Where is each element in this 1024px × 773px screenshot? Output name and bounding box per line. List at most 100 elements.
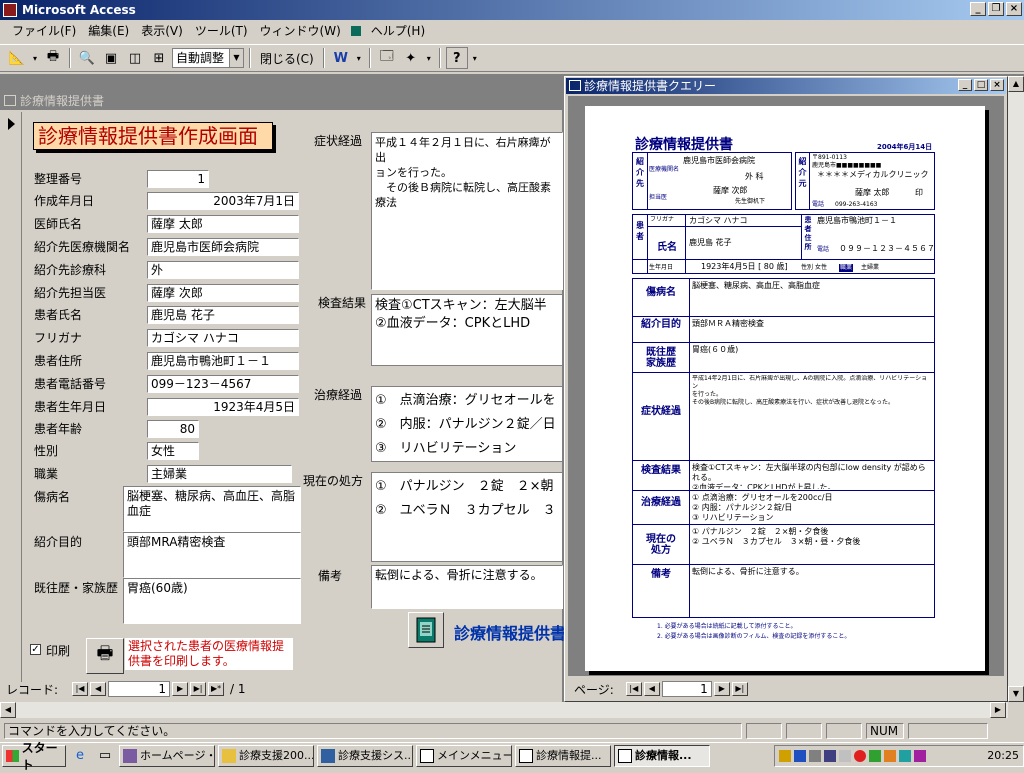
next-page-icon[interactable]: ▶ bbox=[713, 682, 730, 696]
last-record-icon[interactable]: ▶| bbox=[190, 682, 207, 696]
form-window-titlebar[interactable]: 診療情報提供書 bbox=[0, 92, 563, 110]
new-object-icon[interactable]: ✦ bbox=[400, 47, 422, 69]
query-maximize-button[interactable]: □ bbox=[974, 79, 988, 91]
birth-date-field[interactable]: 1923年4月5日 bbox=[147, 398, 299, 416]
first-page-icon[interactable]: |◀ bbox=[625, 682, 642, 696]
antivirus-icon[interactable] bbox=[854, 749, 866, 762]
chevron-down-icon[interactable]: ▼ bbox=[229, 49, 243, 67]
task-report-form[interactable]: 診療情報提... bbox=[515, 744, 611, 767]
device-icon[interactable] bbox=[809, 749, 821, 762]
task-system[interactable]: 診療支援シス... bbox=[317, 744, 413, 767]
help-button[interactable]: ? bbox=[445, 47, 468, 69]
vertical-scrollbar[interactable]: ▲ ▼ bbox=[1008, 76, 1024, 702]
menu-tools[interactable]: ツール(T) bbox=[189, 21, 254, 41]
tool-icon[interactable] bbox=[914, 749, 926, 762]
database-window-button-icon[interactable]: 🗔 bbox=[376, 47, 398, 69]
query-close-button[interactable]: × bbox=[990, 79, 1004, 91]
address-field[interactable]: 鹿児島市鴨池町１－１ bbox=[147, 352, 299, 370]
open-report-label[interactable]: 診療情報提供書 bbox=[454, 620, 566, 644]
toolbar-options-icon[interactable]: ▾ bbox=[470, 47, 480, 69]
ref-department-field[interactable]: 外 bbox=[147, 261, 299, 279]
src-clinic: ＊＊＊＊メディカルクリニック bbox=[817, 170, 929, 179]
disease-field[interactable]: 脳梗塞、糖尿病、高血圧、高脂血症 bbox=[123, 486, 301, 532]
next-record-icon[interactable]: ▶ bbox=[172, 682, 189, 696]
last-page-icon[interactable]: ▶| bbox=[731, 682, 748, 696]
print-button[interactable]: 🖶 bbox=[86, 638, 124, 674]
multiple-pages-icon[interactable]: ⊞ bbox=[148, 47, 170, 69]
close-preview-button[interactable]: 閉じる(C) bbox=[256, 50, 318, 67]
ref-staff-field[interactable]: 薩摩 次郎 bbox=[147, 284, 299, 302]
first-record-icon[interactable]: |◀ bbox=[72, 682, 89, 696]
patient-name-field[interactable]: 鹿児島 花子 bbox=[147, 306, 299, 324]
network-icon[interactable] bbox=[794, 749, 806, 762]
symptom-field[interactable]: 平成１４年２月１日に、右片麻痺が出 ョンを行った。 その後Ｂ病院に転院し、高圧酸… bbox=[371, 132, 563, 290]
menu-edit[interactable]: 編集(E) bbox=[82, 21, 135, 41]
start-button[interactable]: スタート bbox=[2, 741, 66, 772]
query-minimize-button[interactable]: _ bbox=[958, 79, 972, 91]
number-field[interactable]: 1 bbox=[147, 170, 209, 188]
speaker-icon[interactable] bbox=[779, 749, 791, 762]
zoom-combo[interactable]: 自動調整 ▼ bbox=[172, 48, 244, 68]
word-link-icon[interactable]: W bbox=[330, 47, 352, 69]
restore-button[interactable]: ❐ bbox=[988, 2, 1004, 16]
open-report-button[interactable] bbox=[408, 612, 444, 648]
age-field[interactable]: 80 bbox=[147, 420, 199, 438]
prev-page-icon[interactable]: ◀ bbox=[643, 682, 660, 696]
purpose-field[interactable]: 頭部MRA精密検査 bbox=[123, 532, 301, 578]
word-link-dropdown-icon[interactable]: ▾ bbox=[354, 47, 364, 69]
kana-field[interactable]: カゴシマ ハナコ bbox=[147, 329, 299, 347]
query-window-titlebar[interactable]: 診療情報提供書クエリー _ □ × bbox=[566, 78, 1006, 94]
doctor-name-field[interactable]: 薩摩 太郎 bbox=[147, 215, 299, 233]
remarks-field[interactable]: 転倒による、骨折に注意する。 bbox=[371, 565, 563, 609]
menu-view[interactable]: 表示(V) bbox=[135, 21, 189, 41]
menu-file[interactable]: ファイル(F) bbox=[6, 21, 82, 41]
task-report-preview[interactable]: 診療情報... bbox=[614, 744, 710, 767]
one-page-icon[interactable]: ▣ bbox=[100, 47, 122, 69]
design-view-dropdown-icon[interactable]: ▾ bbox=[30, 47, 40, 69]
two-pages-icon[interactable]: ◫ bbox=[124, 47, 146, 69]
treatment-field[interactable]: ① 点滴治療：グリセオールを ② 内服：パナルジン２錠／日 ③ リハビリテーショ… bbox=[371, 386, 563, 462]
ime-icon[interactable] bbox=[899, 749, 911, 762]
created-date-field[interactable]: 2003年7月1日 bbox=[147, 192, 299, 210]
task-main-menu[interactable]: メインメニュー：... bbox=[416, 744, 512, 767]
name-value: 鹿児島 花子 bbox=[689, 238, 732, 247]
update-icon[interactable] bbox=[869, 749, 881, 762]
ref-institution-field[interactable]: 鹿児島市医師会病院 bbox=[147, 238, 299, 256]
print-icon[interactable]: 🖶 bbox=[42, 47, 64, 69]
phone-field[interactable]: 099－123－4567 bbox=[147, 375, 299, 393]
status-panel bbox=[746, 723, 782, 739]
new-object-dropdown-icon[interactable]: ▾ bbox=[424, 47, 434, 69]
quicklaunch-ie-icon[interactable]: e bbox=[69, 745, 91, 767]
record-selector[interactable] bbox=[2, 112, 22, 682]
record-number-field[interactable]: 1 bbox=[108, 681, 171, 697]
display-icon[interactable] bbox=[824, 749, 836, 762]
design-view-icon[interactable]: 📐 bbox=[6, 47, 28, 69]
prev-record-icon[interactable]: ◀ bbox=[90, 682, 107, 696]
page-number-field[interactable]: 1 bbox=[661, 681, 712, 697]
scroll-right-icon[interactable]: ▶ bbox=[990, 702, 1006, 718]
exam-field[interactable]: 検査①CTスキャン：左大脳半 ②血液データ：CPKとLHD bbox=[371, 294, 563, 366]
scroll-up-icon[interactable]: ▲ bbox=[1008, 76, 1024, 92]
task-homepage[interactable]: ホームページ・... bbox=[119, 744, 215, 767]
task-folder[interactable]: 診療支援200... bbox=[218, 744, 314, 767]
zoom-icon[interactable]: 🔍 bbox=[76, 47, 98, 69]
sex-field[interactable]: 女性 bbox=[147, 442, 199, 460]
new-record-icon[interactable]: ▶* bbox=[208, 682, 225, 696]
scroll-left-icon[interactable]: ◀ bbox=[0, 702, 16, 718]
scroll-down-icon[interactable]: ▼ bbox=[1008, 686, 1024, 702]
history-field[interactable]: 胃癌(60歳) bbox=[123, 578, 301, 624]
access-app-icon[interactable] bbox=[3, 3, 17, 17]
minimize-button[interactable]: _ bbox=[970, 2, 986, 16]
prescription-field[interactable]: ① パナルジン ２錠 ２×朝 ② ユベラＮ ３カプセル ３ bbox=[371, 472, 563, 562]
menu-help[interactable]: ヘルプ(H) bbox=[365, 21, 431, 41]
print-checkbox[interactable]: ✓ bbox=[30, 644, 41, 655]
clock[interactable]: 20:25 bbox=[987, 749, 1019, 762]
utility-icon[interactable] bbox=[884, 749, 896, 762]
menu-window[interactable]: ウィンドウ(W) bbox=[254, 21, 347, 41]
database-window-icon[interactable] bbox=[350, 26, 361, 36]
job-field[interactable]: 主婦業 bbox=[147, 465, 292, 483]
printer-tray-icon[interactable] bbox=[839, 749, 851, 762]
quicklaunch-desktop-icon[interactable]: ▭ bbox=[94, 745, 116, 767]
close-button[interactable]: × bbox=[1006, 2, 1022, 16]
horizontal-scrollbar[interactable]: ◀ ▶ bbox=[0, 702, 1008, 718]
